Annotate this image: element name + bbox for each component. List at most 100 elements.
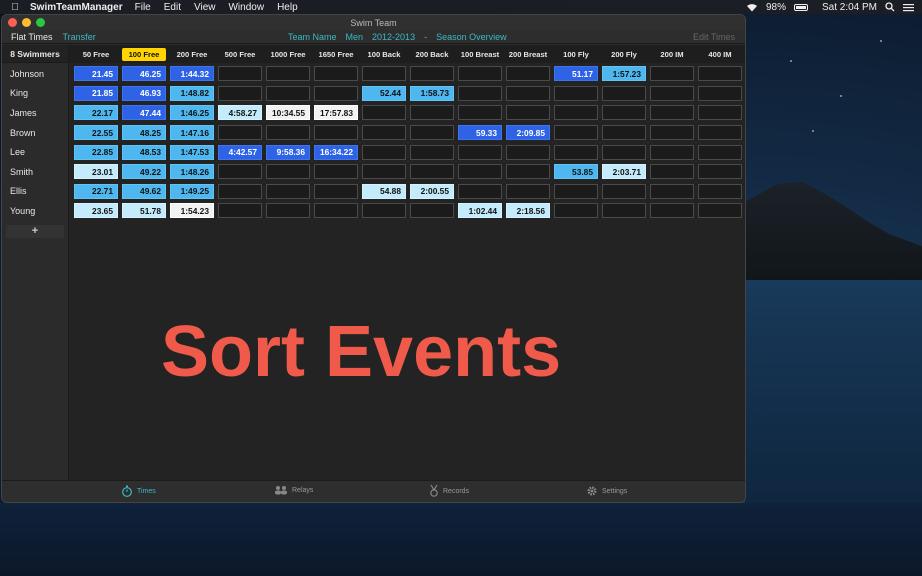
time-cell[interactable] bbox=[458, 85, 502, 101]
time-cell[interactable]: 1:48.82 bbox=[170, 85, 214, 101]
time-cell[interactable]: 9:58.36 bbox=[266, 144, 310, 160]
time-cell[interactable]: 49.62 bbox=[122, 183, 166, 199]
time-cell[interactable]: 1:58.73 bbox=[410, 85, 454, 101]
time-cell[interactable] bbox=[506, 183, 550, 199]
time-cell[interactable] bbox=[458, 66, 502, 82]
time-cell[interactable] bbox=[314, 85, 358, 101]
time-cell[interactable]: 1:47.16 bbox=[170, 125, 214, 141]
time-cell[interactable]: 1:49.25 bbox=[170, 183, 214, 199]
zoom-window-button[interactable] bbox=[36, 18, 45, 27]
search-icon[interactable] bbox=[885, 2, 895, 12]
time-cell[interactable]: 1:44.32 bbox=[170, 66, 214, 82]
time-cell[interactable] bbox=[266, 203, 310, 219]
time-cell[interactable]: 2:09.85 bbox=[506, 125, 550, 141]
time-cell[interactable] bbox=[554, 105, 598, 121]
time-cell[interactable] bbox=[410, 105, 454, 121]
event-header[interactable]: 200 Back bbox=[410, 48, 454, 61]
event-header[interactable]: 200 Fly bbox=[602, 48, 646, 61]
swimmer-row[interactable]: Johnson bbox=[2, 64, 68, 84]
time-cell[interactable]: 2:00.55 bbox=[410, 183, 454, 199]
menu-view[interactable]: View bbox=[194, 2, 216, 13]
time-cell[interactable] bbox=[554, 125, 598, 141]
time-cell[interactable] bbox=[410, 144, 454, 160]
time-cell[interactable]: 51.17 bbox=[554, 66, 598, 82]
time-cell[interactable] bbox=[650, 66, 694, 82]
time-cell[interactable]: 1:48.26 bbox=[170, 164, 214, 180]
time-cell[interactable]: 23.01 bbox=[74, 164, 118, 180]
time-cell[interactable]: 1:02.44 bbox=[458, 203, 502, 219]
event-header[interactable]: 100 Fly bbox=[554, 48, 598, 61]
swimmer-row[interactable]: King bbox=[2, 84, 68, 104]
event-header[interactable]: 1000 Free bbox=[266, 48, 310, 61]
time-cell[interactable] bbox=[458, 144, 502, 160]
event-header[interactable]: 200 Breast bbox=[506, 48, 550, 61]
time-cell[interactable] bbox=[266, 85, 310, 101]
time-cell[interactable]: 17:57.83 bbox=[314, 105, 358, 121]
time-cell[interactable] bbox=[650, 85, 694, 101]
swimmer-row[interactable]: Brown bbox=[2, 123, 68, 143]
time-cell[interactable] bbox=[698, 164, 742, 180]
time-cell[interactable] bbox=[602, 105, 646, 121]
time-cell[interactable] bbox=[218, 66, 262, 82]
minimize-window-button[interactable] bbox=[22, 18, 31, 27]
tab-times[interactable]: Times bbox=[121, 485, 156, 497]
time-cell[interactable] bbox=[698, 85, 742, 101]
battery-icon[interactable] bbox=[793, 3, 808, 11]
time-cell[interactable] bbox=[602, 125, 646, 141]
time-cell[interactable] bbox=[554, 183, 598, 199]
time-cell[interactable]: 1:54.23 bbox=[170, 203, 214, 219]
time-cell[interactable]: 54.88 bbox=[362, 183, 406, 199]
add-swimmer-button[interactable]: + bbox=[6, 224, 64, 238]
event-header[interactable]: 100 Breast bbox=[458, 48, 502, 61]
time-cell[interactable] bbox=[554, 85, 598, 101]
time-cell[interactable]: 48.53 bbox=[122, 144, 166, 160]
time-cell[interactable]: 16:34.22 bbox=[314, 144, 358, 160]
time-cell[interactable] bbox=[554, 144, 598, 160]
gender-selector[interactable]: Men bbox=[346, 32, 364, 42]
time-cell[interactable] bbox=[266, 125, 310, 141]
app-menu[interactable]: SwimTeamManager bbox=[30, 2, 123, 13]
time-cell[interactable] bbox=[698, 183, 742, 199]
menu-help[interactable]: Help bbox=[277, 2, 298, 13]
time-cell[interactable]: 21.85 bbox=[74, 85, 118, 101]
menu-file[interactable]: File bbox=[135, 2, 151, 13]
time-cell[interactable] bbox=[362, 125, 406, 141]
time-cell[interactable] bbox=[314, 183, 358, 199]
time-cell[interactable] bbox=[314, 203, 358, 219]
transfer-button[interactable]: Transfer bbox=[63, 32, 96, 42]
event-header[interactable]: 200 IM bbox=[650, 48, 694, 61]
time-cell[interactable] bbox=[362, 164, 406, 180]
time-cell[interactable]: 22.85 bbox=[74, 144, 118, 160]
tab-records[interactable]: Records bbox=[429, 485, 469, 497]
time-cell[interactable] bbox=[554, 203, 598, 219]
time-cell[interactable] bbox=[506, 66, 550, 82]
wifi-icon[interactable] bbox=[746, 3, 758, 12]
event-header[interactable]: 50 Free bbox=[74, 48, 118, 61]
time-cell[interactable] bbox=[698, 105, 742, 121]
time-cell[interactable] bbox=[650, 164, 694, 180]
time-cell[interactable]: 46.25 bbox=[122, 66, 166, 82]
apple-menu-icon[interactable]:  bbox=[0, 2, 30, 13]
swimmer-row[interactable]: Lee bbox=[2, 142, 68, 162]
time-cell[interactable]: 21.45 bbox=[74, 66, 118, 82]
time-cell[interactable] bbox=[650, 203, 694, 219]
event-header[interactable]: 200 Free bbox=[170, 48, 214, 61]
time-cell[interactable] bbox=[218, 164, 262, 180]
time-cell[interactable] bbox=[410, 66, 454, 82]
time-cell[interactable] bbox=[266, 164, 310, 180]
time-cell[interactable]: 22.55 bbox=[74, 125, 118, 141]
tab-settings[interactable]: Settings bbox=[586, 485, 627, 497]
time-cell[interactable] bbox=[362, 144, 406, 160]
time-cell[interactable] bbox=[410, 203, 454, 219]
time-cell[interactable] bbox=[314, 164, 358, 180]
time-cell[interactable]: 22.71 bbox=[74, 183, 118, 199]
time-cell[interactable] bbox=[602, 144, 646, 160]
time-cell[interactable]: 22.17 bbox=[74, 105, 118, 121]
time-cell[interactable]: 46.93 bbox=[122, 85, 166, 101]
time-cell[interactable] bbox=[458, 105, 502, 121]
swimmer-row[interactable]: Smith bbox=[2, 162, 68, 182]
event-header[interactable]: 100 Back bbox=[362, 48, 406, 61]
season-selector[interactable]: 2012-2013 bbox=[372, 32, 415, 42]
time-cell[interactable] bbox=[650, 183, 694, 199]
swimmer-row[interactable]: Ellis bbox=[2, 182, 68, 202]
